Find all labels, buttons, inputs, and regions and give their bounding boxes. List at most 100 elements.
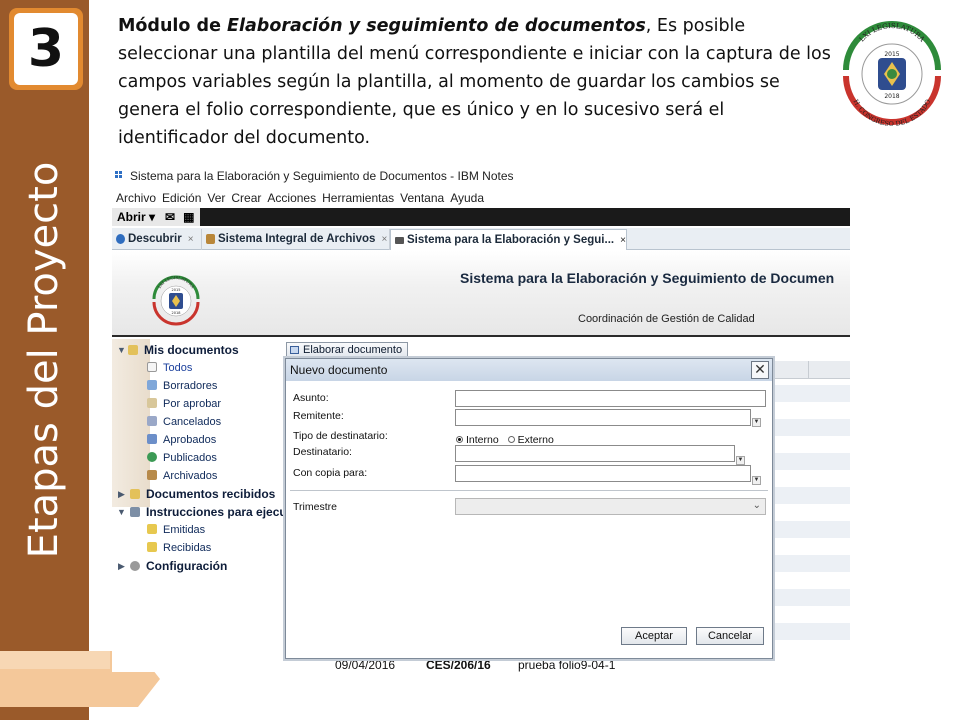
app-title: Sistema para la Elaboración y Seguimient… [460,270,835,286]
tipo-destinatario-label: Tipo de destinatario: [293,430,388,442]
tab-descubrir[interactable]: Descubrir × [112,229,202,250]
pending-icon [147,398,157,408]
svg-text:2015: 2015 [172,288,181,292]
open-button[interactable]: Abrir ▾ [117,210,155,224]
toolbar-buttons: Abrir ▾ ✉ ▦ [112,208,200,226]
nav-label: Aprobados [163,434,217,446]
destinatario-picker-icon[interactable]: ▼ [736,456,745,465]
collapse-arrow-icon[interactable]: ▼ [117,507,126,517]
menu-crear[interactable]: Crear [231,188,261,208]
nav-aprobados[interactable]: Aprobados [147,434,216,446]
cancelled-icon [147,416,157,426]
approved-icon [147,434,157,444]
trimestre-label: Trimestre [293,501,337,513]
draft-icon [147,380,157,390]
toolbar: Abrir ▾ ✉ ▦ [112,208,850,226]
button-label: Elaborar documento [303,344,403,356]
nav-label: Todos [163,362,193,374]
nav-emitidas[interactable]: Emitidas [147,524,205,536]
app-screenshot: Sistema para la Elaboración y Seguimient… [112,164,850,672]
menu-ventana[interactable]: Ventana [400,188,444,208]
nav-cancelados[interactable]: Cancelados [147,416,221,428]
slide-description: Módulo de Elaboración y seguimiento de d… [118,12,838,152]
menu-edicion[interactable]: Edición [162,188,201,208]
menu-acciones[interactable]: Acciones [267,188,316,208]
nav-archivados[interactable]: Archivados [147,470,217,482]
app-banner: LXI LEGISLATURA 2015 2018 Sistema para l… [112,251,850,337]
asunto-input[interactable] [455,390,766,407]
nav-todos[interactable]: Todos [147,362,192,374]
menu-herramientas[interactable]: Herramientas [322,188,394,208]
remitente-input[interactable] [455,409,751,426]
folder-icon [128,345,138,355]
nav-publicados[interactable]: Publicados [147,452,217,464]
info-icon [116,234,125,244]
con-copia-picker-icon[interactable]: ▼ [752,476,761,485]
sent-icon [147,524,157,534]
row-date: 09/04/2016 [335,658,396,672]
nav-background [112,339,150,507]
destinatario-input[interactable] [455,445,735,462]
gear-icon [130,561,140,571]
nav-label: Documentos recibidos [146,487,276,501]
nav-label: Por aprobar [163,398,222,410]
nav-instrucciones[interactable]: Instrucciones para ejecu [130,505,287,519]
document-icon [147,362,157,372]
archive-icon [206,234,215,244]
chevron-down-icon: ⌄ [752,500,761,511]
nav-documentos-recibidos[interactable]: Documentos recibidos [130,487,275,501]
nav-label: Configuración [146,559,228,573]
corner-tab-highlight [0,651,110,669]
expand-arrow-icon[interactable]: ▶ [118,561,125,572]
close-icon[interactable]: × [620,235,626,246]
svg-text:2018: 2018 [884,93,899,100]
menu-ayuda[interactable]: Ayuda [450,188,484,208]
radio-interno[interactable] [456,436,463,443]
calendar-icon[interactable]: ▦ [183,210,194,224]
column-divider[interactable] [808,361,810,379]
table-row[interactable]: 09/04/2016 CES/206/16 prueba folio9-04-1 [284,657,850,672]
row-folio: CES/206/16 [426,658,491,672]
document-icon [395,237,404,244]
tab-sistema-integral[interactable]: Sistema Integral de Archivos × [202,229,390,250]
collapse-arrow-icon[interactable]: ▼ [117,345,126,355]
nav-label: Publicados [163,452,217,464]
nav-recibidas[interactable]: Recibidas [147,542,211,554]
close-icon[interactable]: × [381,234,387,245]
destinatario-label: Destinatario: [293,446,352,458]
nav-mis-documentos[interactable]: Mis documentos [128,343,239,357]
nav-configuracion[interactable]: Configuración [130,559,227,573]
trimestre-select[interactable]: ⌄ [455,498,766,515]
menu-archivo[interactable]: Archivo [116,188,156,208]
menu-ver[interactable]: Ver [207,188,225,208]
elaborar-documento-button[interactable]: Elaborar documento [286,342,409,358]
archive-icon [147,470,157,480]
con-copia-input[interactable] [455,465,751,482]
aceptar-button[interactable]: Aceptar [621,627,687,645]
vertical-section-title: Etapas del Proyecto [21,161,67,559]
radio-externo[interactable] [507,436,515,443]
dialog-title: Nuevo documento [290,363,388,377]
notes-app-icon [114,170,126,181]
remitente-picker-icon[interactable]: ▼ [752,418,761,427]
close-icon[interactable]: × [188,234,194,245]
new-document-icon [290,346,299,354]
tab-elaboracion-active[interactable]: Sistema para la Elaboración y Segui... × [390,229,627,250]
description-module-name: Elaboración y seguimiento de documentos [227,16,646,36]
cancelar-button[interactable]: Cancelar [696,627,764,645]
tab-label: Sistema Integral de Archivos [218,233,376,245]
expand-arrow-icon[interactable]: ▶ [118,489,125,500]
svg-text:2018: 2018 [172,311,181,315]
menu-bar: Archivo Edición Ver Crear Acciones Herra… [112,188,850,208]
nav-label: Instrucciones para ejecu [146,505,287,519]
window-title-bar: Sistema para la Elaboración y Seguimient… [112,164,850,186]
nav-borradores[interactable]: Borradores [147,380,217,392]
dialog-close-button[interactable]: ✕ [751,361,769,379]
legislature-seal-small-logo: LXI LEGISLATURA 2015 2018 [152,275,200,326]
mail-icon[interactable]: ✉ [165,210,175,224]
instructions-icon [130,507,140,517]
tab-label: Sistema para la Elaboración y Segui... [407,234,615,246]
remitente-label: Remitente: [293,410,344,422]
nav-por-aprobar[interactable]: Por aprobar [147,398,221,410]
con-copia-label: Con copia para: [293,467,368,479]
